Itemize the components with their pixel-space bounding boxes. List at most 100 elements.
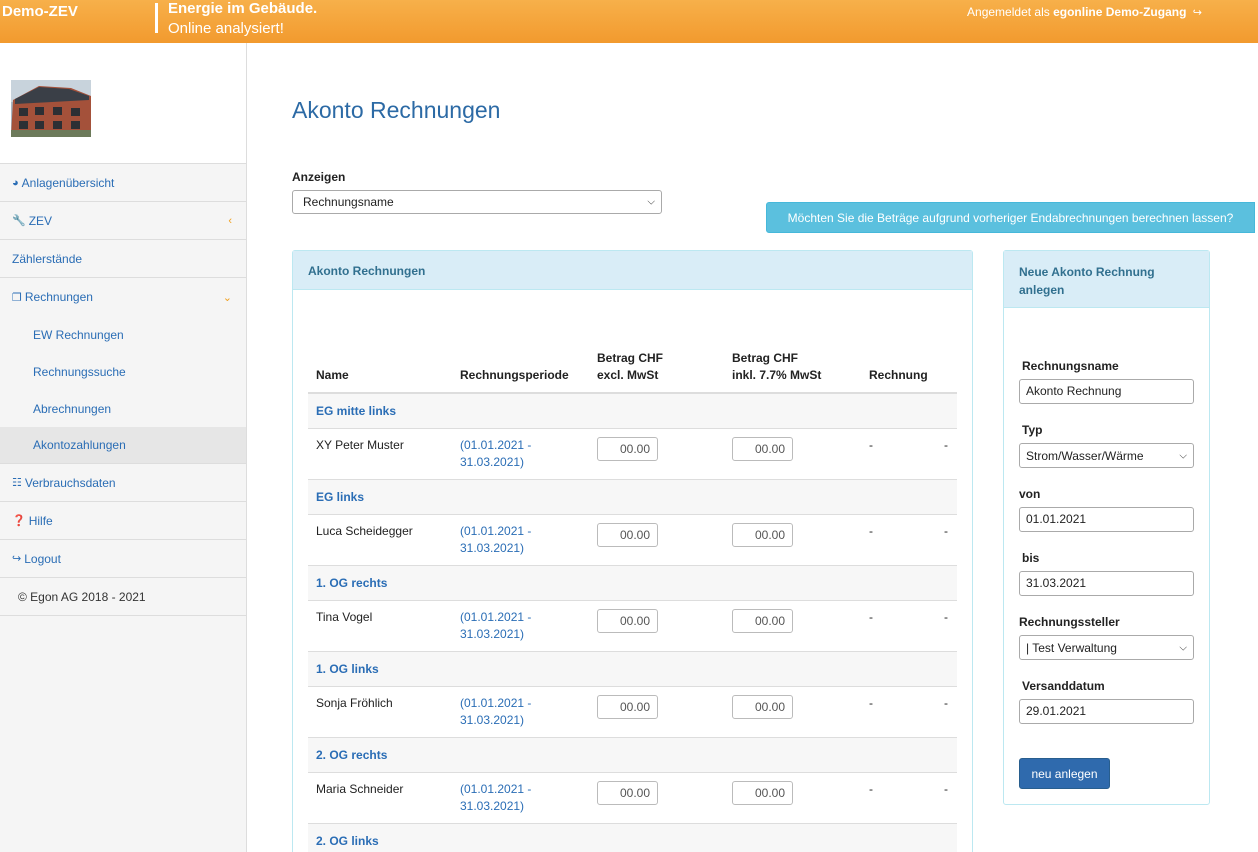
group-label: 2. OG rechts <box>316 748 388 762</box>
logo-area <box>0 43 246 164</box>
amount-excl-input[interactable]: 00.00 <box>597 695 658 719</box>
sidebar-subitem-rechnungssuche[interactable]: Rechnungssuche <box>0 353 246 390</box>
sign-out-icon[interactable]: ↪ <box>1193 6 1202 19</box>
tagline-line1: Energie im Gebäude. <box>168 0 318 17</box>
copyright-text: © Egon AG 2018 - 2021 <box>18 589 146 604</box>
row-period[interactable]: (01.01.2021 - 31.03.2021) <box>460 609 531 643</box>
bis-date-input[interactable]: 31.03.2021 <box>1019 571 1194 596</box>
anzeigen-select[interactable]: Rechnungsname ⌵ <box>292 190 662 214</box>
calculate-amounts-button[interactable]: Möchten Sie die Beträge aufgrund vorheri… <box>766 202 1255 233</box>
sidebar-item-zaehlerstaende[interactable]: Zählerstände <box>0 240 246 278</box>
sidebar-subitem-label: Abrechnungen <box>33 401 112 416</box>
amount-incl-input[interactable]: 00.00 <box>732 523 793 547</box>
row-extra: - <box>944 782 948 796</box>
row-period-line2: 31.03.2021) <box>460 541 525 555</box>
row-period[interactable]: (01.01.2021 - 31.03.2021) <box>460 437 531 471</box>
row-name: XY Peter Muster <box>316 438 404 452</box>
rechnungsname-label: Rechnungsname <box>1022 359 1119 373</box>
row-period[interactable]: (01.01.2021 - 31.03.2021) <box>460 695 531 729</box>
sidebar-subitem-akontozahlungen[interactable]: Akontozahlungen <box>0 427 246 464</box>
sidebar-item-label: Verbrauchsdaten <box>24 475 116 490</box>
rechnungsname-input[interactable]: Akonto Rechnung <box>1019 379 1194 404</box>
chevron-left-icon: ‹ <box>228 214 232 227</box>
table-group-row: 2. OG rechts <box>308 738 957 773</box>
dashboard-icon: ◕ <box>12 176 19 189</box>
sidebar: ◕ Anlagenübersicht 🔧 ZEV ‹ Zählerstände … <box>0 43 247 852</box>
table-group-row: 2. OG links <box>308 824 957 852</box>
row-period-line1: (01.01.2021 - <box>460 524 532 538</box>
sidebar-item-label: Rechnungen <box>24 290 93 304</box>
amount-incl-input[interactable]: 00.00 <box>732 437 793 461</box>
sidebar-item-zev[interactable]: 🔧 ZEV ‹ <box>0 202 246 240</box>
login-user[interactable]: egonline Demo-Zugang <box>1053 5 1186 19</box>
sign-out-icon: ↪ <box>12 553 22 565</box>
row-divider <box>308 772 957 773</box>
typ-select[interactable]: Strom/Wasser/Wärme ⌵ <box>1019 443 1194 468</box>
sidebar-subitem-ew-rechnungen[interactable]: EW Rechnungen <box>0 316 246 353</box>
tagline-line2: Online analysiert! <box>168 20 284 37</box>
row-invoice: - <box>869 610 873 624</box>
row-extra: - <box>944 524 948 538</box>
versanddatum-input[interactable]: 29.01.2021 <box>1019 699 1194 724</box>
group-label: 1. OG links <box>316 662 379 676</box>
column-header-period: Rechnungsperiode <box>460 368 569 382</box>
brand-name[interactable]: Demo-ZEV <box>2 3 78 20</box>
group-label: 1. OG rechts <box>316 576 388 590</box>
amount-incl-input[interactable]: 00.00 <box>732 695 793 719</box>
rechnungssteller-label: Rechnungssteller <box>1019 615 1120 629</box>
anzeigen-label: Anzeigen <box>292 170 346 184</box>
sidebar-subitem-label: Akontozahlungen <box>33 438 126 452</box>
row-period-line1: (01.01.2021 - <box>460 782 532 796</box>
amount-excl-input[interactable]: 00.00 <box>597 523 658 547</box>
neu-anlegen-button[interactable]: neu anlegen <box>1019 758 1110 789</box>
row-name: Maria Schneider <box>316 782 404 796</box>
amount-incl-input[interactable]: 00.00 <box>732 781 793 805</box>
copy-icon: ❐ <box>12 291 22 304</box>
wrench-icon: 🔧 <box>12 215 26 227</box>
sidebar-subitem-abrechnungen[interactable]: Abrechnungen <box>0 390 246 427</box>
sidebar-item-rechnungen[interactable]: ❐ Rechnungen ⌄ <box>0 278 246 316</box>
sidebar-subitem-label: EW Rechnungen <box>33 327 124 342</box>
sidebar-item-label: ZEV <box>28 213 53 228</box>
amount-incl-input[interactable]: 00.00 <box>732 609 793 633</box>
akonto-table-panel-title: Akonto Rechnungen <box>293 251 972 290</box>
rechnungssteller-select[interactable]: | Test Verwaltung ⌵ <box>1019 635 1194 660</box>
column-header-name: Name <box>316 368 349 382</box>
row-invoice: - <box>869 438 873 452</box>
chevron-down-icon: ⌄ <box>222 291 232 304</box>
row-divider <box>308 514 957 515</box>
building-photo <box>11 80 91 137</box>
row-extra: - <box>944 438 948 452</box>
chevron-down-icon: ⌵ <box>647 196 655 208</box>
row-period-line1: (01.01.2021 - <box>460 696 532 710</box>
login-info[interactable]: Angemeldet als egonline Demo-Zugang ↪ <box>967 5 1202 19</box>
column-header-incl-line1: Betrag CHF <box>732 351 799 365</box>
table-group-row: EG links <box>308 480 957 515</box>
amount-excl-input[interactable]: 00.00 <box>597 781 658 805</box>
top-header: Demo-ZEV Energie im Gebäude. Online anal… <box>0 0 1258 43</box>
chevron-down-icon: ⌵ <box>1179 450 1187 461</box>
copyright: © Egon AG 2018 - 2021 <box>0 578 246 616</box>
new-akonto-title-line2: anlegen <box>1019 283 1065 297</box>
typ-select-value: Strom/Wasser/Wärme <box>1026 448 1144 463</box>
amount-excl-input[interactable]: 00.00 <box>597 437 658 461</box>
row-period-line2: 31.03.2021) <box>460 713 525 727</box>
table-group-row: 1. OG rechts <box>308 566 957 601</box>
sidebar-item-logout[interactable]: ↪ Logout <box>0 540 246 578</box>
amount-excl-input[interactable]: 00.00 <box>597 609 658 633</box>
row-divider <box>308 686 957 687</box>
sidebar-item-anlagenuebersicht[interactable]: ◕ Anlagenübersicht <box>0 164 246 202</box>
von-date-input[interactable]: 01.01.2021 <box>1019 507 1194 532</box>
chevron-down-icon: ⌵ <box>1179 642 1187 653</box>
row-period-line1: (01.01.2021 - <box>460 438 532 452</box>
row-invoice: - <box>869 782 873 796</box>
sidebar-item-label: Hilfe <box>28 513 53 528</box>
row-period[interactable]: (01.01.2021 - 31.03.2021) <box>460 523 531 557</box>
row-period[interactable]: (01.01.2021 - 31.03.2021) <box>460 781 531 815</box>
sidebar-subitem-label: Rechnungssuche <box>33 364 126 379</box>
row-invoice: - <box>869 524 873 538</box>
versanddatum-label: Versanddatum <box>1022 679 1105 693</box>
sidebar-item-verbrauchsdaten[interactable]: ☷ Verbrauchsdaten <box>0 464 246 502</box>
sidebar-item-hilfe[interactable]: ❓ Hilfe <box>0 502 246 540</box>
anzeigen-select-value: Rechnungsname <box>303 195 394 209</box>
